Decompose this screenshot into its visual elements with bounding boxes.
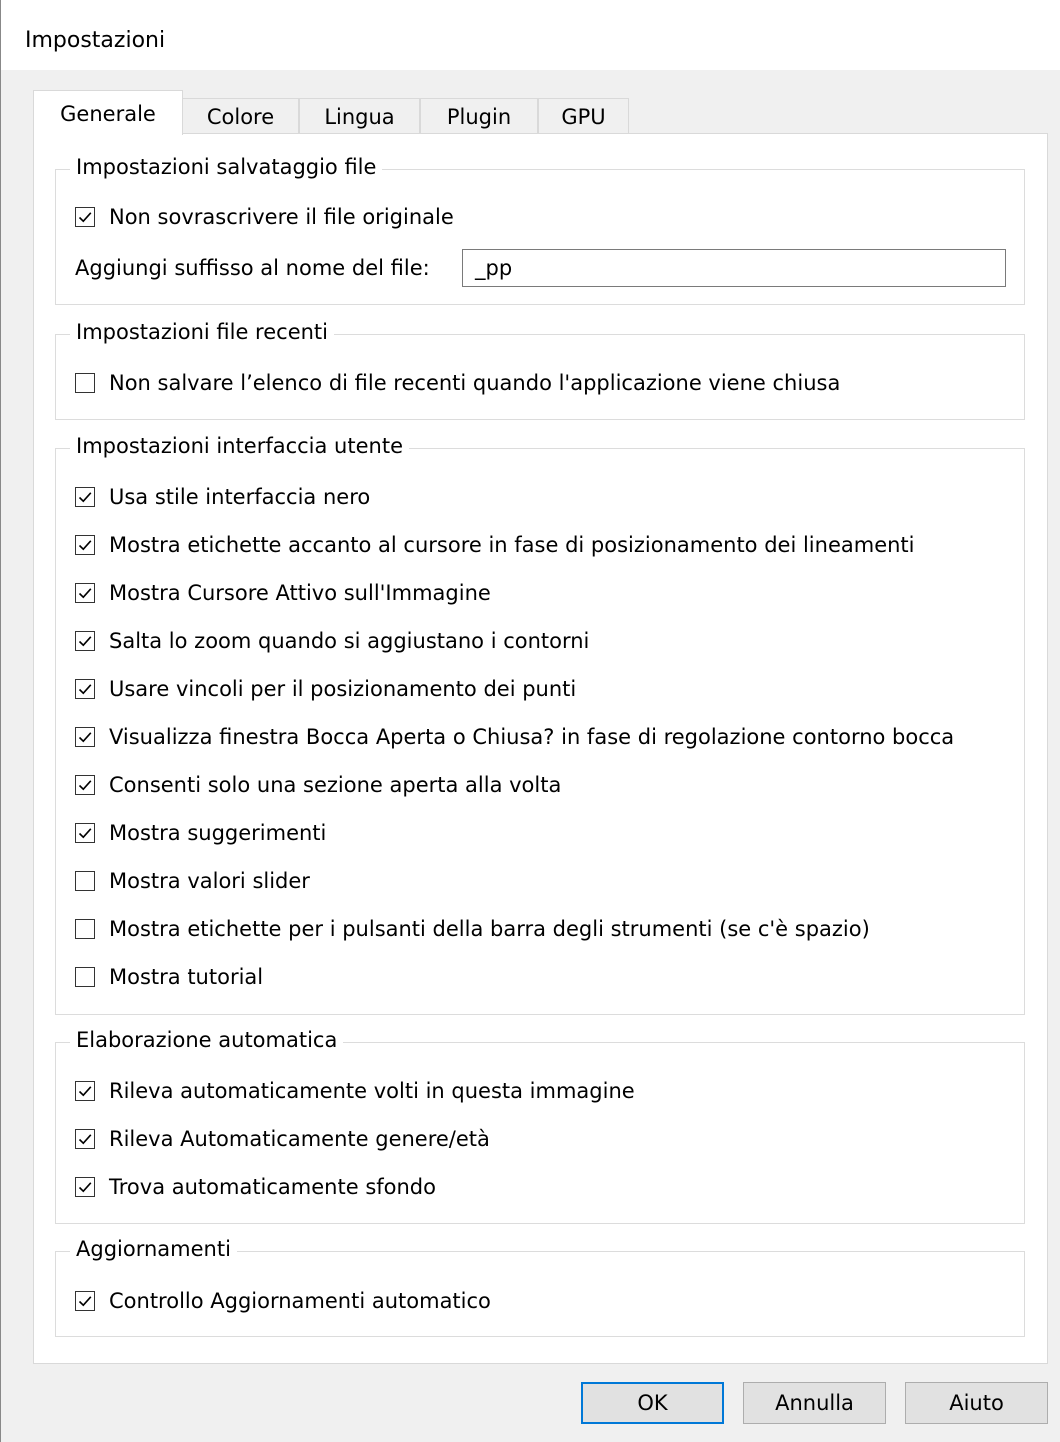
- checkbox-checked-icon[interactable]: [75, 207, 95, 227]
- checkbox-checked-icon[interactable]: [75, 487, 95, 507]
- checkbox-label: Salta lo zoom quando si aggiustano i con…: [109, 629, 590, 653]
- title-bar: Impostazioni: [1, 0, 1060, 70]
- checkbox-detect-faces[interactable]: Rileva automaticamente volti in questa i…: [75, 1076, 635, 1106]
- group-title: Aggiornamenti: [70, 1234, 237, 1264]
- group-title: Impostazioni interfaccia utente: [70, 431, 409, 461]
- checkbox-cursor-labels[interactable]: Mostra etichette accanto al cursore in f…: [75, 530, 915, 560]
- group-title: Impostazioni file recenti: [70, 317, 334, 347]
- checkbox-icon[interactable]: [75, 871, 95, 891]
- checkbox-icon[interactable]: [75, 919, 95, 939]
- checkbox-checked-icon[interactable]: [75, 823, 95, 843]
- checkbox-auto-update[interactable]: Controllo Aggiornamenti automatico: [75, 1286, 491, 1316]
- checkbox-label: Rileva Automaticamente genere/età: [109, 1127, 490, 1151]
- checkbox-label: Trova automaticamente sfondo: [109, 1175, 436, 1199]
- tab-lingua[interactable]: Lingua: [299, 98, 420, 134]
- tab-generale[interactable]: Generale: [33, 90, 183, 135]
- checkbox-point-constraints[interactable]: Usare vincoli per il posizionamento dei …: [75, 674, 576, 704]
- checkbox-checked-icon[interactable]: [75, 679, 95, 699]
- checkbox-checked-icon[interactable]: [75, 727, 95, 747]
- checkbox-checked-icon[interactable]: [75, 583, 95, 603]
- checkbox-no-overwrite[interactable]: Non sovrascrivere il file originale: [75, 202, 454, 232]
- checkbox-label: Mostra Cursore Attivo sull'Immagine: [109, 581, 491, 605]
- tab-gpu[interactable]: GPU: [538, 98, 629, 134]
- checkbox-label: Mostra tutorial: [109, 965, 264, 989]
- checkbox-label: Mostra valori slider: [109, 869, 310, 893]
- checkbox-label: Usa stile interfaccia nero: [109, 485, 371, 509]
- checkbox-black-style[interactable]: Usa stile interfaccia nero: [75, 482, 370, 512]
- checkbox-checked-icon[interactable]: [75, 1291, 95, 1311]
- checkbox-checked-icon[interactable]: [75, 775, 95, 795]
- tab-plugin[interactable]: Plugin: [420, 98, 538, 134]
- checkbox-checked-icon[interactable]: [75, 1129, 95, 1149]
- checkbox-show-tips[interactable]: Mostra suggerimenti: [75, 818, 326, 848]
- tab-colore[interactable]: Colore: [182, 98, 299, 134]
- checkbox-checked-icon[interactable]: [75, 1081, 95, 1101]
- checkbox-label: Visualizza finestra Bocca Aperta o Chius…: [109, 725, 955, 749]
- checkbox-icon[interactable]: [75, 967, 95, 987]
- checkbox-label: Consenti solo una sezione aperta alla vo…: [109, 773, 562, 797]
- checkbox-icon[interactable]: [75, 373, 95, 393]
- checkbox-detect-gender-age[interactable]: Rileva Automaticamente genere/età: [75, 1124, 490, 1154]
- suffix-input[interactable]: _pp: [462, 249, 1006, 287]
- suffix-label: Aggiungi suffisso al nome del file:: [75, 256, 430, 280]
- help-button[interactable]: Aiuto: [905, 1382, 1048, 1424]
- checkbox-label: Mostra etichette accanto al cursore in f…: [109, 533, 915, 557]
- group-title: Impostazioni salvataggio file: [70, 152, 383, 182]
- checkbox-slider-values[interactable]: Mostra valori slider: [75, 866, 310, 896]
- checkbox-label: Usare vincoli per il posizionamento dei …: [109, 677, 577, 701]
- group-title: Elaborazione automatica: [70, 1025, 344, 1055]
- cancel-button[interactable]: Annulla: [743, 1382, 886, 1424]
- checkbox-label: Rileva automaticamente volti in questa i…: [109, 1079, 635, 1103]
- dialog-title: Impostazioni: [25, 28, 166, 53]
- checkbox-label: Non salvare l’elenco di file recenti qua…: [109, 371, 841, 395]
- checkbox-toolbar-labels[interactable]: Mostra etichette per i pulsanti della ba…: [75, 914, 870, 944]
- checkbox-active-cursor[interactable]: Mostra Cursore Attivo sull'Immagine: [75, 578, 491, 608]
- checkbox-checked-icon[interactable]: [75, 631, 95, 651]
- checkbox-tutorial[interactable]: Mostra tutorial: [75, 962, 263, 992]
- settings-dialog: Impostazioni Generale Colore Lingua Plug…: [0, 0, 1060, 1442]
- checkbox-checked-icon[interactable]: [75, 1177, 95, 1197]
- checkbox-no-save-recent[interactable]: Non salvare l’elenco di file recenti qua…: [75, 368, 840, 398]
- checkbox-checked-icon[interactable]: [75, 535, 95, 555]
- checkbox-mouth-window[interactable]: Visualizza finestra Bocca Aperta o Chius…: [75, 722, 954, 752]
- checkbox-label: Mostra suggerimenti: [109, 821, 327, 845]
- checkbox-label: Mostra etichette per i pulsanti della ba…: [109, 917, 870, 941]
- checkbox-skip-zoom[interactable]: Salta lo zoom quando si aggiustano i con…: [75, 626, 589, 656]
- checkbox-find-background[interactable]: Trova automaticamente sfondo: [75, 1172, 436, 1202]
- checkbox-one-section[interactable]: Consenti solo una sezione aperta alla vo…: [75, 770, 561, 800]
- checkbox-label: Non sovrascrivere il file originale: [109, 205, 454, 229]
- ok-button[interactable]: OK: [581, 1382, 724, 1424]
- checkbox-label: Controllo Aggiornamenti automatico: [109, 1289, 491, 1313]
